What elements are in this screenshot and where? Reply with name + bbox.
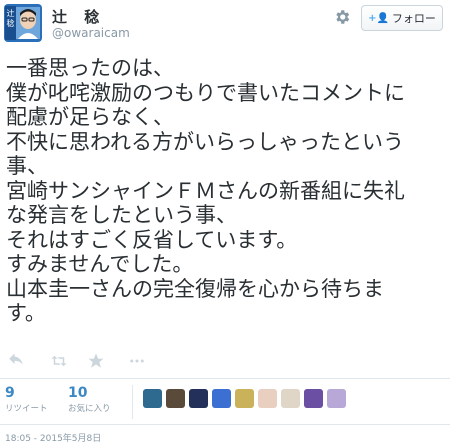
favorite-stat[interactable]: 10 お気に入り xyxy=(68,385,111,414)
display-name[interactable]: 辻 稔 xyxy=(52,6,105,27)
tweet-line: それはすごく反省しています。 xyxy=(6,227,298,252)
add-user-icon: +👤 xyxy=(368,12,389,24)
tweet-line: 不快に思われる方がいらっしゃったという xyxy=(6,129,404,154)
avatar[interactable]: 辻稔 xyxy=(4,4,42,42)
tweet-line: す。 xyxy=(6,301,46,325)
follow-button[interactable]: +👤 フォロー xyxy=(361,5,443,31)
tweet-line: 山本圭一さんの完全復帰を心から待ちま xyxy=(6,276,384,301)
favoriter-avatar[interactable] xyxy=(327,389,346,408)
stats-separator xyxy=(132,385,133,419)
favoriter-avatar[interactable] xyxy=(143,389,162,408)
favorited-by-avatars xyxy=(143,389,346,408)
reply-icon[interactable] xyxy=(7,352,25,370)
favoriter-avatar[interactable] xyxy=(235,389,254,408)
tweet-line: な発言をしたという事、 xyxy=(6,203,237,227)
divider xyxy=(0,378,450,379)
retweet-stat[interactable]: 9 リツイート xyxy=(5,385,48,414)
divider xyxy=(0,424,450,425)
favorite-icon[interactable] xyxy=(87,352,105,370)
retweet-icon[interactable] xyxy=(50,352,68,370)
favoriter-avatar[interactable] xyxy=(281,389,300,408)
tweet-line: すみませんでした。 xyxy=(6,252,194,276)
favoriter-avatar[interactable] xyxy=(189,389,208,408)
tweet-line: 配慮が足らなく、 xyxy=(6,105,174,129)
tweet-timestamp[interactable]: 18:05 - 2015年5月8日 xyxy=(5,431,101,443)
tweet-text: 一番思ったのは、 僕が叱咤激励のつもりで書いたコメントに 配慮が足らなく、 不快… xyxy=(6,56,446,326)
gear-icon[interactable] xyxy=(333,8,351,26)
tweet-line: 一番思ったのは、 xyxy=(6,56,174,80)
favoriter-avatar[interactable] xyxy=(212,389,231,408)
tweet-actions xyxy=(0,352,450,370)
favoriter-avatar[interactable] xyxy=(166,389,185,408)
retweet-count: 9 xyxy=(5,385,15,401)
favoriter-avatar[interactable] xyxy=(258,389,277,408)
favorite-count: 10 xyxy=(68,385,88,401)
more-icon[interactable] xyxy=(128,352,146,370)
avatar-face-icon xyxy=(16,7,40,39)
favorite-label: お気に入り xyxy=(68,404,111,414)
user-handle[interactable]: @owaraicam xyxy=(52,26,130,40)
follow-label: フォロー xyxy=(391,12,436,25)
tweet-line: 宮崎サンシャインＦＭさんの新番組に失礼 xyxy=(6,178,405,203)
retweet-label: リツイート xyxy=(5,404,48,414)
favoriter-avatar[interactable] xyxy=(304,389,323,408)
tweet-line: 事、 xyxy=(6,154,48,178)
avatar-label: 辻稔 xyxy=(5,6,16,40)
tweet-line: 僕が叱咤激励のつもりで書いたコメントに xyxy=(6,80,405,105)
